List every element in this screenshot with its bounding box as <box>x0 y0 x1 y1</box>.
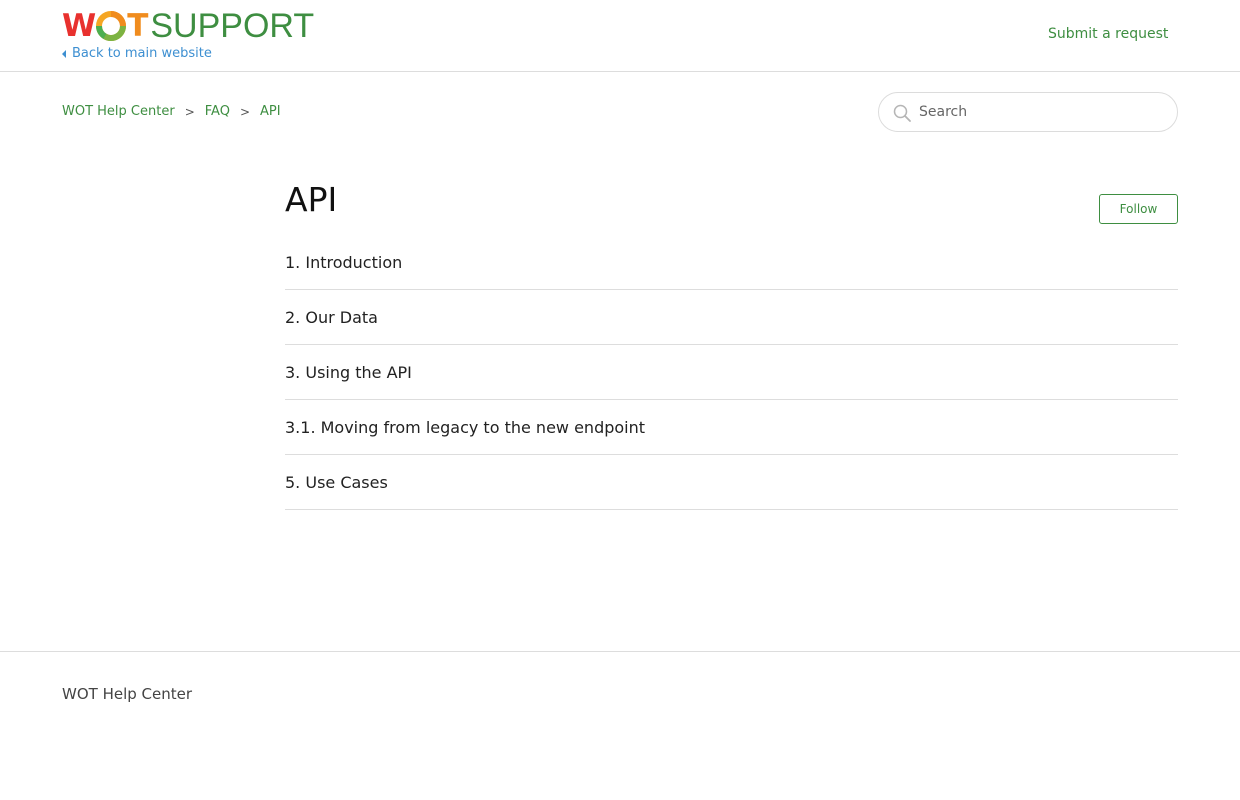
site-footer: WOT Help Center <box>0 651 1240 800</box>
breadcrumb-item-api[interactable]: API <box>260 104 281 119</box>
back-to-main-website-link[interactable]: Back to main website <box>62 46 212 61</box>
breadcrumb-item-faq[interactable]: FAQ <box>205 104 230 119</box>
wot-logo-icon <box>96 11 127 41</box>
search-box <box>878 92 1178 132</box>
article-link-introduction[interactable]: 1. Introduction <box>285 235 1178 290</box>
search-input[interactable] <box>919 101 1159 123</box>
follow-button[interactable]: Follow <box>1099 194 1178 224</box>
breadcrumb: WOT Help Center > FAQ > API <box>62 104 281 119</box>
logo-letter-t: T <box>127 8 148 44</box>
article-link-use-cases[interactable]: 5. Use Cases <box>285 455 1178 510</box>
caret-left-icon <box>62 49 66 58</box>
site-header: W T SUPPORT Back to main website Submit … <box>0 0 1240 72</box>
page-title: API <box>285 180 338 219</box>
footer-help-center-text: WOT Help Center <box>62 685 193 703</box>
breadcrumb-separator: > <box>239 104 250 119</box>
article-link-using-the-api[interactable]: 3. Using the API <box>285 345 1178 400</box>
submit-request-link[interactable]: Submit a request <box>1048 26 1168 42</box>
article-link-our-data[interactable]: 2. Our Data <box>285 290 1178 345</box>
breadcrumb-separator: > <box>184 104 195 119</box>
wot-support-logo[interactable]: W T SUPPORT <box>62 7 315 45</box>
search-icon <box>893 104 911 122</box>
article-list: 1. Introduction 2. Our Data 3. Using the… <box>285 235 1178 510</box>
logo-support-text: SUPPORT <box>150 7 315 45</box>
breadcrumb-item-help-center[interactable]: WOT Help Center <box>62 104 175 119</box>
logo-letter-w: W <box>62 8 96 44</box>
back-link-label: Back to main website <box>72 46 212 61</box>
article-link-moving-from-legacy[interactable]: 3.1. Moving from legacy to the new endpo… <box>285 400 1178 455</box>
